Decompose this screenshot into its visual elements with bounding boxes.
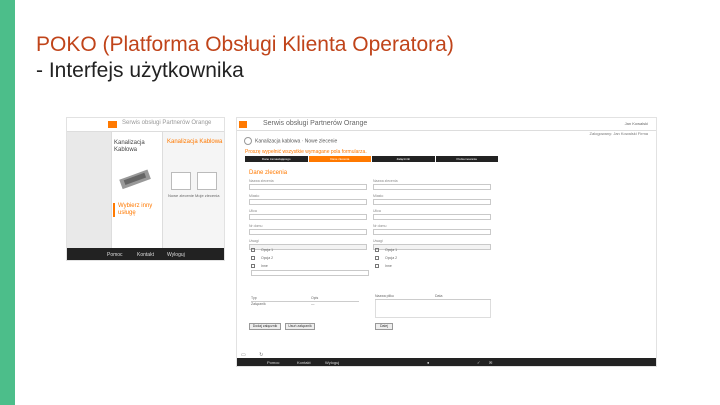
footer-help-link[interactable]: Pomoc: [107, 252, 123, 258]
cable-duct-icon: [119, 169, 151, 190]
shot1-footer: Pomoc Kontakt Wyloguj: [67, 248, 224, 260]
form-input[interactable]: [373, 214, 491, 220]
form-input[interactable]: [373, 184, 491, 190]
form-left-column: Nazwa zlecenia Miasto Ulica Nr domu Uwagi: [249, 179, 367, 254]
items-table: Typ Opis Załącznik —: [251, 296, 359, 309]
slide-title: POKO (Platforma Obsługi Klienta Operator…: [36, 32, 696, 84]
checkbox-label: Opcja 1: [261, 248, 274, 252]
table-header-cell: Typ: [251, 296, 257, 300]
attachments-body: [375, 300, 491, 318]
table-cell: —: [311, 302, 315, 306]
accent-bar: [0, 0, 15, 405]
form-right-column: Nazwa zlecenia Miasto Ulica Nr domu Uwagi: [373, 179, 491, 254]
attachments-table: Nazwa pliku Data: [375, 294, 491, 318]
shot2-user-box: Zalogowany: Jan Kowalski Firma: [589, 131, 648, 136]
orange-logo: [239, 121, 247, 128]
orange-logo: [108, 121, 117, 128]
footer-logout-link[interactable]: Wyloguj: [325, 360, 339, 365]
left-checkbox-group: Opcja 1 Opcja 2 Inne: [251, 246, 369, 270]
check-icon: ✓: [477, 360, 481, 365]
checkbox-label: Opcja 1: [385, 248, 398, 252]
shot1-header: Serwis obsługi Partnerów Orange: [67, 118, 224, 132]
checkbox-label: Inne: [385, 264, 392, 268]
wizard-step[interactable]: Załączniki: [372, 156, 435, 162]
shot2-topbar: Serwis obsługi Partnerów Orange Jan Kowa…: [237, 118, 656, 131]
table-row[interactable]: Załącznik —: [251, 302, 359, 309]
shot1-panel-title: Kanalizacja Kablowa: [167, 139, 223, 145]
wizard-step-active[interactable]: Dane zlecenia: [308, 156, 371, 162]
checkbox-option[interactable]: Opcja 1: [375, 246, 493, 254]
table-header-cell: Data: [435, 294, 443, 298]
checkbox[interactable]: [375, 264, 379, 268]
checkbox-option[interactable]: Opcja 2: [251, 254, 369, 262]
shot1-header-title: Serwis obsługi Partnerów Orange: [122, 120, 212, 126]
shot2-user-info: Jan Kowalski: [624, 121, 648, 126]
mail-icon[interactable]: ✉: [489, 360, 492, 365]
checkbox-label: Opcja 2: [261, 256, 274, 260]
shot2-app-title: Serwis obsługi Partnerów Orange: [263, 120, 368, 127]
footer-help-link[interactable]: Pomoc: [267, 360, 279, 365]
checkbox[interactable]: [251, 256, 255, 260]
checkbox[interactable]: [375, 256, 379, 260]
slide-title-line2: - Interfejs użytkownika: [36, 59, 244, 82]
footer-contact-link[interactable]: Kontakt: [297, 360, 311, 365]
checkbox[interactable]: [251, 248, 255, 252]
wizard-steps: Dane zamawiającego Dane zlecenia Załączn…: [245, 156, 499, 162]
form-input[interactable]: [249, 199, 367, 205]
extra-field[interactable]: [251, 270, 369, 276]
my-orders-icon[interactable]: [197, 172, 217, 190]
checkbox[interactable]: [375, 248, 379, 252]
product-card[interactable]: Kanalizacja Kablowa Wybierz inny usługę: [111, 132, 163, 248]
my-orders-label: Moje zlecenia: [195, 193, 220, 198]
checkbox-option[interactable]: Inne: [375, 262, 493, 270]
screenshot-order-form: Serwis obsługi Partnerów Orange Jan Kowa…: [236, 117, 657, 367]
checkbox-label: Inne: [261, 264, 268, 268]
checkbox-option[interactable]: Opcja 1: [251, 246, 369, 254]
section-title: Dane zlecenia: [249, 170, 288, 176]
footer-logout-link[interactable]: Wyloguj: [167, 252, 185, 258]
checkbox-option[interactable]: Inne: [251, 262, 369, 270]
new-order-icon[interactable]: [171, 172, 191, 190]
table-header-cell: Nazwa pliku: [375, 294, 394, 298]
footer-status: ●: [427, 360, 430, 365]
back-icon[interactable]: [244, 137, 252, 145]
table-header-cell: Opis: [311, 296, 319, 300]
breadcrumb: Kanalizacja kablowa · Nowe zlecenie: [244, 137, 337, 145]
select-other-service-link[interactable]: Wybierz inny usługę: [113, 203, 161, 217]
form-input[interactable]: [373, 199, 491, 205]
form-input[interactable]: [249, 214, 367, 220]
add-attachment-button[interactable]: Dodaj załącznik: [249, 323, 281, 330]
slide-title-line1: POKO (Platforma Obsługi Klienta Operator…: [36, 33, 454, 56]
breadcrumb-text: Kanalizacja kablowa · Nowe zlecenie: [255, 138, 338, 145]
wizard-step[interactable]: Dane zamawiającego: [245, 156, 308, 162]
right-checkbox-group: Opcja 1 Opcja 2 Inne: [375, 246, 493, 270]
screenshot-service-selection: Serwis obsługi Partnerów Orange Kanaliza…: [66, 117, 225, 261]
shot1-panel: Kanalizacja Kablowa Nowe zlecenie Moje z…: [163, 132, 224, 248]
wizard-step[interactable]: Podsumowanie: [435, 156, 498, 162]
form-input[interactable]: [249, 229, 367, 235]
next-button[interactable]: Dalej: [375, 323, 393, 330]
remove-attachment-button[interactable]: Usuń załącznik: [285, 323, 315, 330]
form-input[interactable]: [249, 184, 367, 190]
checkbox[interactable]: [251, 264, 255, 268]
shot2-footer: Pomoc Kontakt Wyloguj ● ✓ ✉: [237, 358, 656, 366]
footer-contact-link[interactable]: Kontakt: [137, 252, 154, 258]
new-order-label: Nowe zlecenie: [168, 193, 195, 198]
product-name: Kanalizacja Kablowa: [114, 140, 145, 153]
checkbox-label: Opcja 2: [385, 256, 398, 260]
table-cell: Załącznik: [251, 302, 266, 306]
checkbox-option[interactable]: Opcja 2: [375, 254, 493, 262]
form-input[interactable]: [373, 229, 491, 235]
shot1-sidebar: [67, 132, 111, 248]
form-instruction: Proszę wypełnić wszystkie wymagane pola …: [245, 149, 367, 155]
